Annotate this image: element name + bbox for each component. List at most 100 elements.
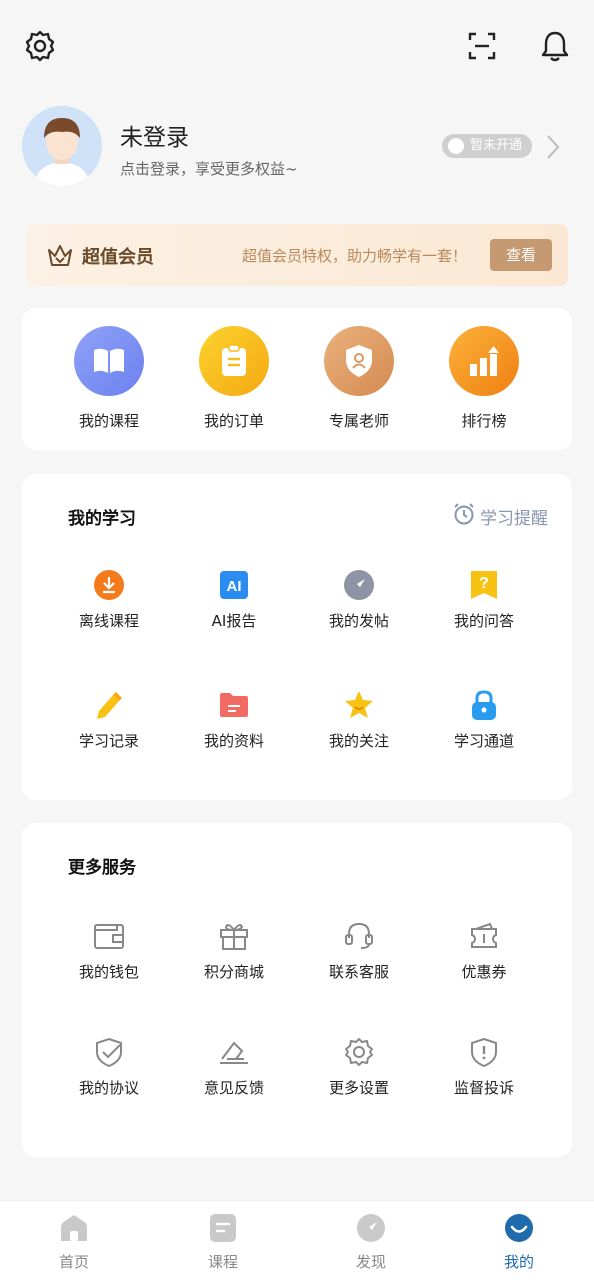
scan-icon[interactable] bbox=[464, 28, 500, 64]
my-study-card: 我的学习 学习提醒 离线课程 AI AI报告 我的发帖 ? 我的问答 学习记录 … bbox=[22, 474, 572, 800]
login-hint: 点击登录，享受更多权益~ bbox=[120, 160, 298, 178]
more-services-title: 更多服务 bbox=[68, 858, 136, 878]
service-item-label: 积分商城 bbox=[203, 963, 264, 981]
ai-report-icon: AI bbox=[217, 568, 251, 602]
view-member-button[interactable]: 查看 bbox=[490, 239, 552, 271]
service-item-feedback[interactable]: 意见反馈 bbox=[179, 1035, 289, 1098]
tab-home[interactable]: 首页 bbox=[24, 1213, 124, 1272]
quick-action-my-courses[interactable]: 我的课程 bbox=[54, 326, 164, 431]
quick-action-my-orders[interactable]: 我的订单 bbox=[179, 326, 289, 431]
tab-mine[interactable]: 我的 bbox=[469, 1213, 569, 1272]
quick-action-label: 专属老师 bbox=[328, 412, 389, 430]
quick-action-label: 排行榜 bbox=[461, 412, 507, 430]
member-description: 超值会员特权，助力畅学有一套！ bbox=[242, 247, 468, 265]
quick-action-exclusive-teacher[interactable]: 专属老师 bbox=[304, 326, 414, 431]
service-item-label: 我的钱包 bbox=[78, 963, 139, 981]
quick-action-label: 我的课程 bbox=[78, 412, 139, 430]
quick-actions-card: 我的课程 我的订单 专属老师 排行榜 bbox=[22, 308, 572, 450]
username: 未登录 bbox=[120, 125, 189, 151]
tab-label: 发现 bbox=[355, 1253, 386, 1271]
service-item-label: 我的协议 bbox=[78, 1079, 139, 1097]
avatar[interactable] bbox=[22, 106, 102, 186]
question-icon: ? bbox=[467, 568, 501, 602]
study-item-label: 我的关注 bbox=[328, 732, 389, 750]
folder-icon bbox=[217, 688, 251, 722]
settings-icon[interactable] bbox=[22, 28, 58, 64]
discover-icon bbox=[356, 1213, 386, 1243]
study-item-study-records[interactable]: 学习记录 bbox=[54, 688, 164, 751]
compass-icon bbox=[342, 568, 376, 602]
study-item-label: 我的问答 bbox=[453, 612, 514, 630]
vip-status-label: 暂未开通 bbox=[469, 138, 522, 153]
service-item-label: 更多设置 bbox=[328, 1079, 389, 1097]
service-item-more-settings[interactable]: 更多设置 bbox=[304, 1035, 414, 1098]
svg-text:?: ? bbox=[479, 575, 489, 592]
service-item-points-mall[interactable]: 积分商城 bbox=[179, 919, 289, 982]
study-item-my-posts[interactable]: 我的发帖 bbox=[304, 568, 414, 631]
study-item-my-qa[interactable]: ? 我的问答 bbox=[429, 568, 539, 631]
course-icon bbox=[208, 1213, 238, 1243]
shield-check-icon bbox=[92, 1035, 126, 1069]
service-item-label: 意见反馈 bbox=[203, 1079, 264, 1097]
study-item-label: 离线课程 bbox=[78, 612, 139, 630]
service-item-agreement[interactable]: 我的协议 bbox=[54, 1035, 164, 1098]
member-banner[interactable]: 超值会员 超值会员特权，助力畅学有一套！ 查看 bbox=[26, 224, 568, 286]
study-reminder-link[interactable]: 学习提醒 bbox=[452, 502, 548, 531]
wallet-icon bbox=[92, 919, 126, 953]
tab-courses[interactable]: 课程 bbox=[173, 1213, 273, 1272]
alarm-clock-icon bbox=[452, 502, 476, 531]
feedback-icon bbox=[217, 1035, 251, 1069]
quick-action-label: 我的订单 bbox=[203, 412, 264, 430]
tab-label: 我的 bbox=[503, 1253, 534, 1271]
teacher-shield-icon bbox=[324, 326, 394, 396]
study-item-label: 学习通道 bbox=[453, 732, 514, 750]
study-item-my-materials[interactable]: 我的资料 bbox=[179, 688, 289, 751]
shield-alert-icon bbox=[467, 1035, 501, 1069]
service-item-label: 联系客服 bbox=[328, 963, 389, 981]
study-item-study-channel[interactable]: 学习通道 bbox=[429, 688, 539, 751]
headset-icon bbox=[342, 919, 376, 953]
my-study-title: 我的学习 bbox=[68, 509, 136, 529]
study-item-my-follows[interactable]: 我的关注 bbox=[304, 688, 414, 751]
chevron-right-icon[interactable] bbox=[546, 134, 560, 164]
service-item-complaint[interactable]: 监督投诉 bbox=[429, 1035, 539, 1098]
study-item-ai-report[interactable]: AI AI报告 bbox=[179, 568, 289, 631]
clipboard-icon bbox=[199, 326, 269, 396]
star-icon bbox=[342, 688, 376, 722]
member-title: 超值会员 bbox=[82, 247, 154, 268]
vip-status-badge: 暂未开通 bbox=[441, 134, 532, 158]
svg-text:AI: AI bbox=[227, 578, 242, 595]
study-item-label: 我的资料 bbox=[203, 732, 264, 750]
study-reminder-label: 学习提醒 bbox=[480, 509, 548, 529]
gift-icon bbox=[217, 919, 251, 953]
download-icon bbox=[92, 568, 126, 602]
quick-action-ranking[interactable]: 排行榜 bbox=[429, 326, 539, 431]
bottom-tab-bar: 首页 课程 发现 我的 bbox=[0, 1200, 594, 1281]
coupon-icon bbox=[467, 919, 501, 953]
diamond-icon bbox=[447, 138, 464, 154]
lock-icon bbox=[467, 688, 501, 722]
service-item-label: 优惠券 bbox=[461, 963, 507, 981]
profile-section[interactable]: 未登录 点击登录，享受更多权益~ 暂未开通 bbox=[22, 106, 582, 188]
study-item-label: 我的发帖 bbox=[328, 612, 389, 630]
book-icon bbox=[74, 326, 144, 396]
top-bar bbox=[0, 0, 594, 92]
tab-label: 首页 bbox=[58, 1253, 89, 1271]
ranking-icon bbox=[449, 326, 519, 396]
tab-label: 课程 bbox=[207, 1253, 238, 1271]
profile-icon bbox=[504, 1213, 534, 1243]
service-item-wallet[interactable]: 我的钱包 bbox=[54, 919, 164, 982]
settings-gear-icon bbox=[342, 1035, 376, 1069]
pencil-icon bbox=[92, 688, 126, 722]
home-icon bbox=[59, 1213, 89, 1243]
service-item-customer-service[interactable]: 联系客服 bbox=[304, 919, 414, 982]
service-item-label: 监督投诉 bbox=[453, 1079, 514, 1097]
study-item-label: AI报告 bbox=[211, 612, 257, 630]
bell-icon[interactable] bbox=[537, 28, 573, 64]
service-item-coupons[interactable]: 优惠券 bbox=[429, 919, 539, 982]
study-item-offline-courses[interactable]: 离线课程 bbox=[54, 568, 164, 631]
study-item-label: 学习记录 bbox=[78, 732, 139, 750]
more-services-card: 更多服务 我的钱包 积分商城 联系客服 优惠券 我的协议 意见反馈 更多设置 监… bbox=[22, 823, 572, 1157]
crown-icon bbox=[46, 241, 74, 273]
tab-discover[interactable]: 发现 bbox=[321, 1213, 421, 1272]
